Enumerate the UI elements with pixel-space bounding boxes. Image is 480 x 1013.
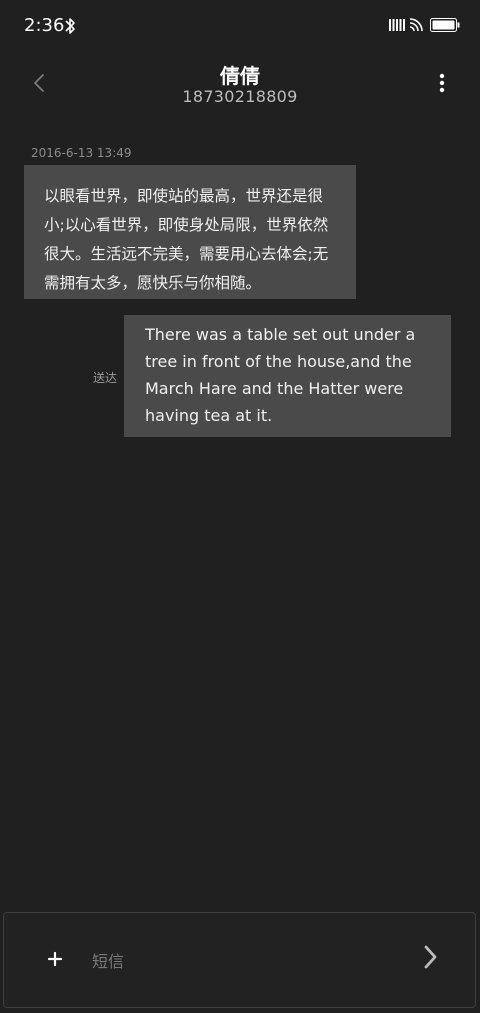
more-options-button[interactable] (430, 70, 454, 98)
send-button[interactable] (418, 943, 442, 971)
sms-conversation-screen: 2:36 倩倩 18730218809 2016-6-13 13:49 以眼看世… (0, 0, 480, 1013)
wifi-icon (409, 18, 423, 32)
add-attachment-button[interactable] (45, 949, 65, 969)
sms-input[interactable] (92, 947, 392, 975)
delivery-status: 送达 (93, 371, 118, 385)
outgoing-message-bubble[interactable]: There was a table set out under a tree i… (124, 315, 451, 437)
status-time: 2:36 (24, 15, 65, 36)
incoming-message-bubble[interactable]: 以眼看世界，即使站的最高，世界还是很小;以心看世界，即使身处局限，世界依然很大。… (24, 165, 356, 299)
message-timestamp: 2016-6-13 13:49 (31, 146, 132, 160)
signal-icon (389, 19, 405, 31)
send-chevron-icon (424, 945, 437, 969)
contact-number: 18730218809 (182, 87, 298, 106)
bluetooth-icon (65, 18, 75, 34)
status-bar: 2:36 (0, 0, 480, 52)
more-vertical-icon (439, 73, 445, 93)
plus-icon (47, 951, 63, 967)
message-composer (3, 912, 476, 1008)
contact-name: 倩倩 (220, 64, 260, 88)
battery-icon (430, 18, 460, 32)
conversation-header: 倩倩 18730218809 (0, 52, 480, 116)
